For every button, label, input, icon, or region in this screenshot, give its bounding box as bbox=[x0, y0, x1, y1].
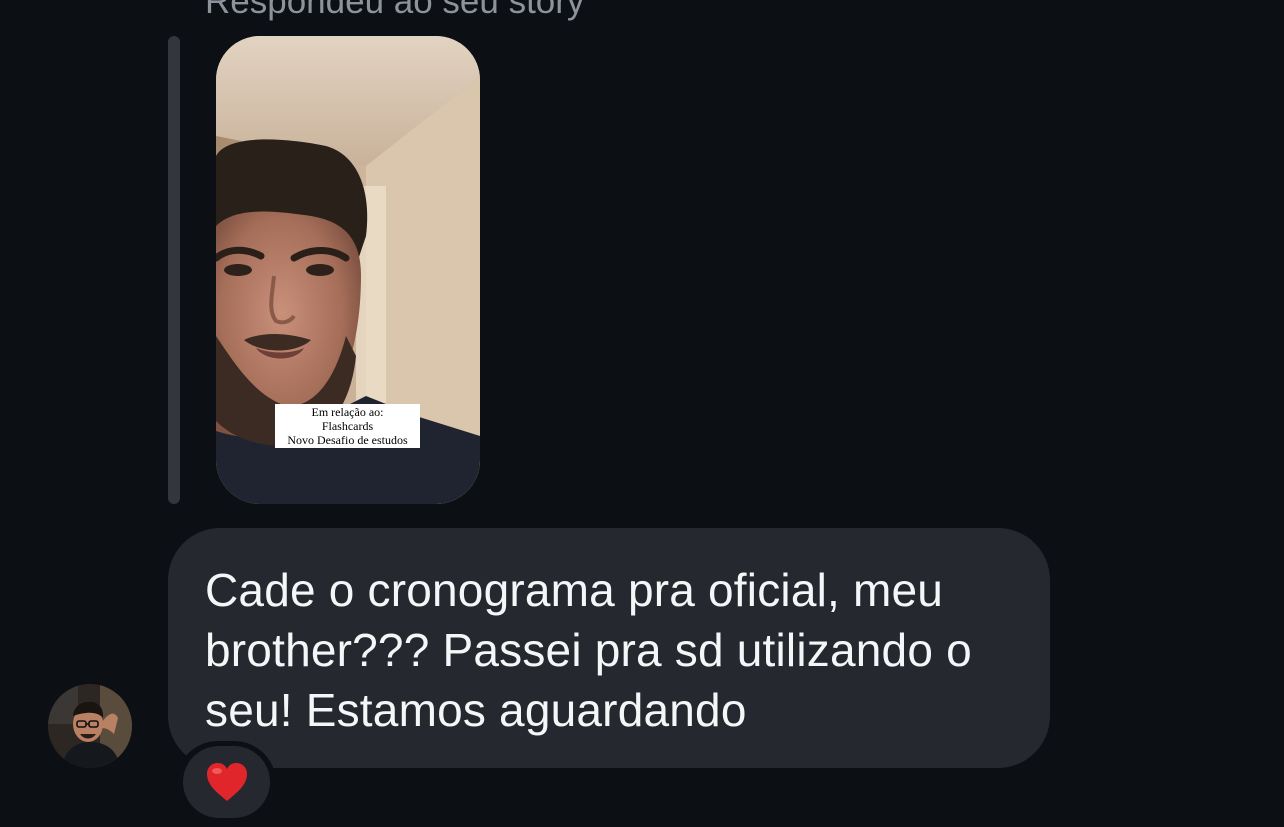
story-caption-line-2: Flashcards bbox=[321, 419, 374, 433]
red-heart-icon bbox=[206, 763, 247, 801]
message-bubble[interactable]: Cade o cronograma pra oficial, meu broth… bbox=[168, 528, 1050, 768]
avatar-photo bbox=[48, 684, 132, 768]
story-caption-line-3: Novo Desafio de estudos bbox=[287, 433, 408, 447]
story-caption: Em relação ao: Flashcards Novo Desafio d… bbox=[275, 404, 420, 448]
story-thumbnail[interactable]: Em relação ao: Flashcards Novo Desafio d… bbox=[216, 36, 480, 504]
reply-quote-bar bbox=[168, 36, 180, 504]
sender-avatar[interactable] bbox=[48, 684, 132, 768]
story-caption-line-1: Em relação ao: bbox=[311, 405, 384, 419]
chat-screen: Respondeu ao seu story Em relação ao: Fl… bbox=[0, 0, 1284, 827]
message-text: Cade o cronograma pra oficial, meu broth… bbox=[205, 564, 972, 736]
reaction-badge[interactable] bbox=[183, 746, 270, 818]
story-reply-label: Respondeu ao seu story bbox=[205, 0, 585, 21]
